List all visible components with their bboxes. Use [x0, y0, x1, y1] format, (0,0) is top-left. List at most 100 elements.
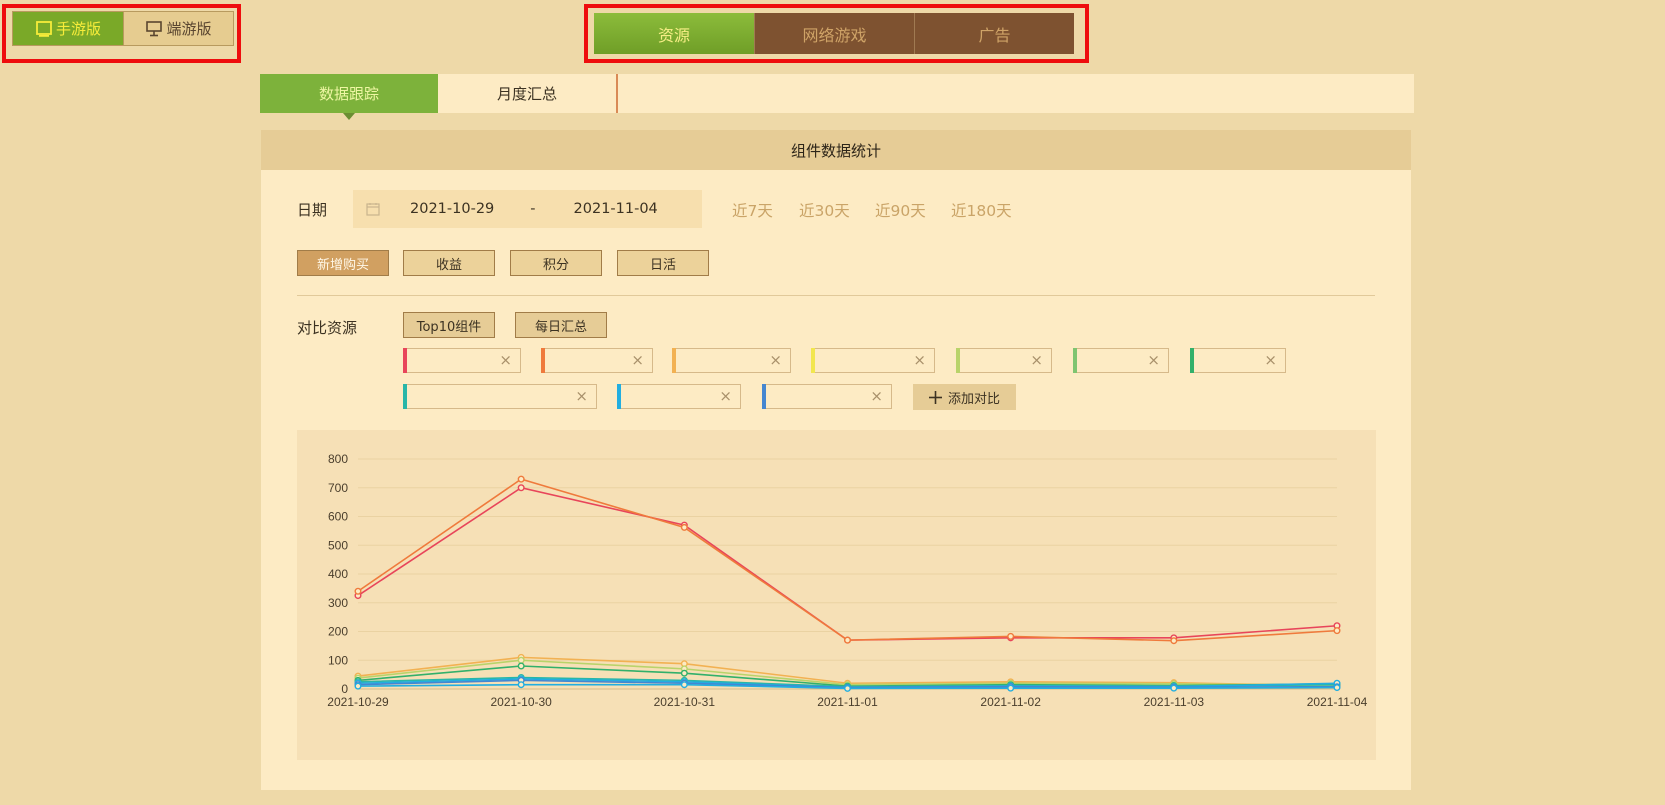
- end-date[interactable]: 2021-11-04: [574, 201, 658, 217]
- data-point: [680, 523, 688, 531]
- series-line: [357, 486, 1338, 641]
- data-point: [517, 475, 525, 483]
- quick-range-7d[interactable]: 近7天: [732, 199, 773, 221]
- tab-ads[interactable]: 广告: [914, 13, 1074, 54]
- close-icon[interactable]: ×: [769, 351, 782, 370]
- mobile-version-label: 手游版: [55, 20, 101, 38]
- pc-version-button[interactable]: 端游版: [123, 12, 233, 45]
- close-icon[interactable]: ×: [1030, 351, 1043, 370]
- slot-color-bar: [1190, 348, 1194, 373]
- compare-slot[interactable]: ×: [403, 384, 597, 409]
- data-point: [517, 484, 525, 492]
- data-point: [354, 682, 362, 690]
- compare-label: 对比资源: [297, 319, 358, 337]
- metric-revenue-button[interactable]: 收益: [403, 250, 495, 276]
- tab-online-games[interactable]: 网络游戏: [754, 13, 914, 54]
- stats-panel: 组件数据统计 日期 2021-10-29 - 2021-11-04 近7天 近3…: [261, 130, 1411, 790]
- panel-title: 组件数据统计: [261, 130, 1411, 170]
- quick-range-30d[interactable]: 近30天: [799, 199, 850, 221]
- date-separator: -: [530, 201, 536, 217]
- compare-slot[interactable]: ×: [1073, 348, 1169, 373]
- data-point: [354, 587, 362, 595]
- mobile-version-button[interactable]: 手游版: [13, 12, 123, 45]
- x-tick-label: 2021-11-03: [1144, 695, 1205, 709]
- y-tick-label: 700: [328, 481, 348, 495]
- compare-slot[interactable]: ×: [1190, 348, 1286, 373]
- y-tick-label: 100: [328, 653, 348, 667]
- divider: [297, 295, 1375, 296]
- x-tick-label: 2021-10-29: [327, 695, 389, 709]
- slot-color-bar: [541, 348, 545, 373]
- close-icon[interactable]: ×: [719, 387, 732, 406]
- close-icon[interactable]: ×: [870, 387, 883, 406]
- slot-color-bar: [811, 348, 815, 373]
- data-point: [1007, 684, 1015, 692]
- data-point: [680, 681, 688, 689]
- close-icon[interactable]: ×: [575, 387, 588, 406]
- date-label: 日期: [297, 201, 328, 219]
- data-point: [680, 669, 688, 677]
- compare-slot[interactable]: ×: [617, 384, 741, 409]
- y-tick-label: 200: [328, 625, 348, 639]
- data-point: [1007, 632, 1015, 640]
- slot-color-bar: [403, 348, 407, 373]
- chart-area: 0 100 200 300 400 500 600 700 800 2021-10-29 2021-…: [297, 430, 1376, 760]
- platform-switch: 手游版 端游版: [12, 11, 234, 46]
- date-range-picker[interactable]: 2021-10-29 - 2021-11-04: [353, 190, 702, 228]
- series-line: [357, 478, 1338, 642]
- data-point: [517, 681, 525, 689]
- x-tick-label: 2021-11-04: [1307, 695, 1368, 709]
- y-tick-label: 0: [341, 682, 348, 696]
- y-tick-label: 800: [328, 452, 348, 466]
- slot-color-bar: [1073, 348, 1077, 373]
- tab-monthly-summary[interactable]: 月度汇总: [438, 74, 618, 113]
- compare-slot[interactable]: ×: [672, 348, 791, 373]
- top10-button[interactable]: Top10组件: [403, 312, 495, 338]
- compare-slot[interactable]: ×: [403, 348, 521, 373]
- data-point: [1170, 684, 1178, 692]
- metric-new-purchase-button[interactable]: 新增购买: [297, 250, 389, 276]
- data-point: [1333, 684, 1341, 692]
- close-icon[interactable]: ×: [499, 351, 512, 370]
- x-tick-label: 2021-11-02: [980, 695, 1041, 709]
- slot-color-bar: [762, 384, 766, 409]
- y-tick-label: 500: [328, 538, 348, 552]
- slot-color-bar: [956, 348, 960, 373]
- slot-color-bar: [617, 384, 621, 409]
- add-compare-button[interactable]: 添加对比: [913, 384, 1016, 410]
- metric-dau-button[interactable]: 日活: [617, 250, 709, 276]
- tablet-icon: [36, 20, 52, 37]
- close-icon[interactable]: ×: [1147, 351, 1160, 370]
- line-chart: 0 100 200 300 400 500 600 700 800 2021-10-29 2021-…: [327, 452, 1368, 709]
- slot-color-bar: [403, 384, 407, 409]
- compare-slot[interactable]: ×: [956, 348, 1052, 373]
- data-point: [1170, 637, 1178, 645]
- slot-color-bar: [672, 348, 676, 373]
- x-tick-label: 2021-10-30: [490, 695, 552, 709]
- plus-icon: [928, 390, 942, 404]
- tab-data-tracking[interactable]: 数据跟踪: [260, 74, 438, 120]
- quick-range-180d[interactable]: 近180天: [951, 199, 1012, 221]
- daily-summary-button[interactable]: 每日汇总: [515, 312, 607, 338]
- x-tick-label: 2021-10-31: [654, 695, 716, 709]
- pc-version-label: 端游版: [166, 20, 212, 38]
- y-tick-label: 600: [328, 510, 348, 524]
- close-icon[interactable]: ×: [631, 351, 644, 370]
- data-point: [844, 684, 852, 692]
- y-tick-label: 300: [328, 596, 348, 610]
- start-date[interactable]: 2021-10-29: [410, 201, 494, 217]
- monitor-icon: [146, 20, 163, 36]
- compare-slot[interactable]: ×: [541, 348, 653, 373]
- close-icon[interactable]: ×: [913, 351, 926, 370]
- close-icon[interactable]: ×: [1264, 351, 1277, 370]
- compare-slot[interactable]: ×: [762, 384, 892, 409]
- data-point: [517, 656, 525, 664]
- x-tick-label: 2021-11-01: [817, 695, 878, 709]
- metric-points-button[interactable]: 积分: [510, 250, 602, 276]
- data-point: [1333, 627, 1341, 635]
- y-tick-label: 400: [328, 567, 348, 581]
- tab-resources[interactable]: 资源: [594, 13, 754, 54]
- compare-slot[interactable]: ×: [811, 348, 935, 373]
- quick-range-90d[interactable]: 近90天: [875, 199, 926, 221]
- data-point: [844, 636, 852, 644]
